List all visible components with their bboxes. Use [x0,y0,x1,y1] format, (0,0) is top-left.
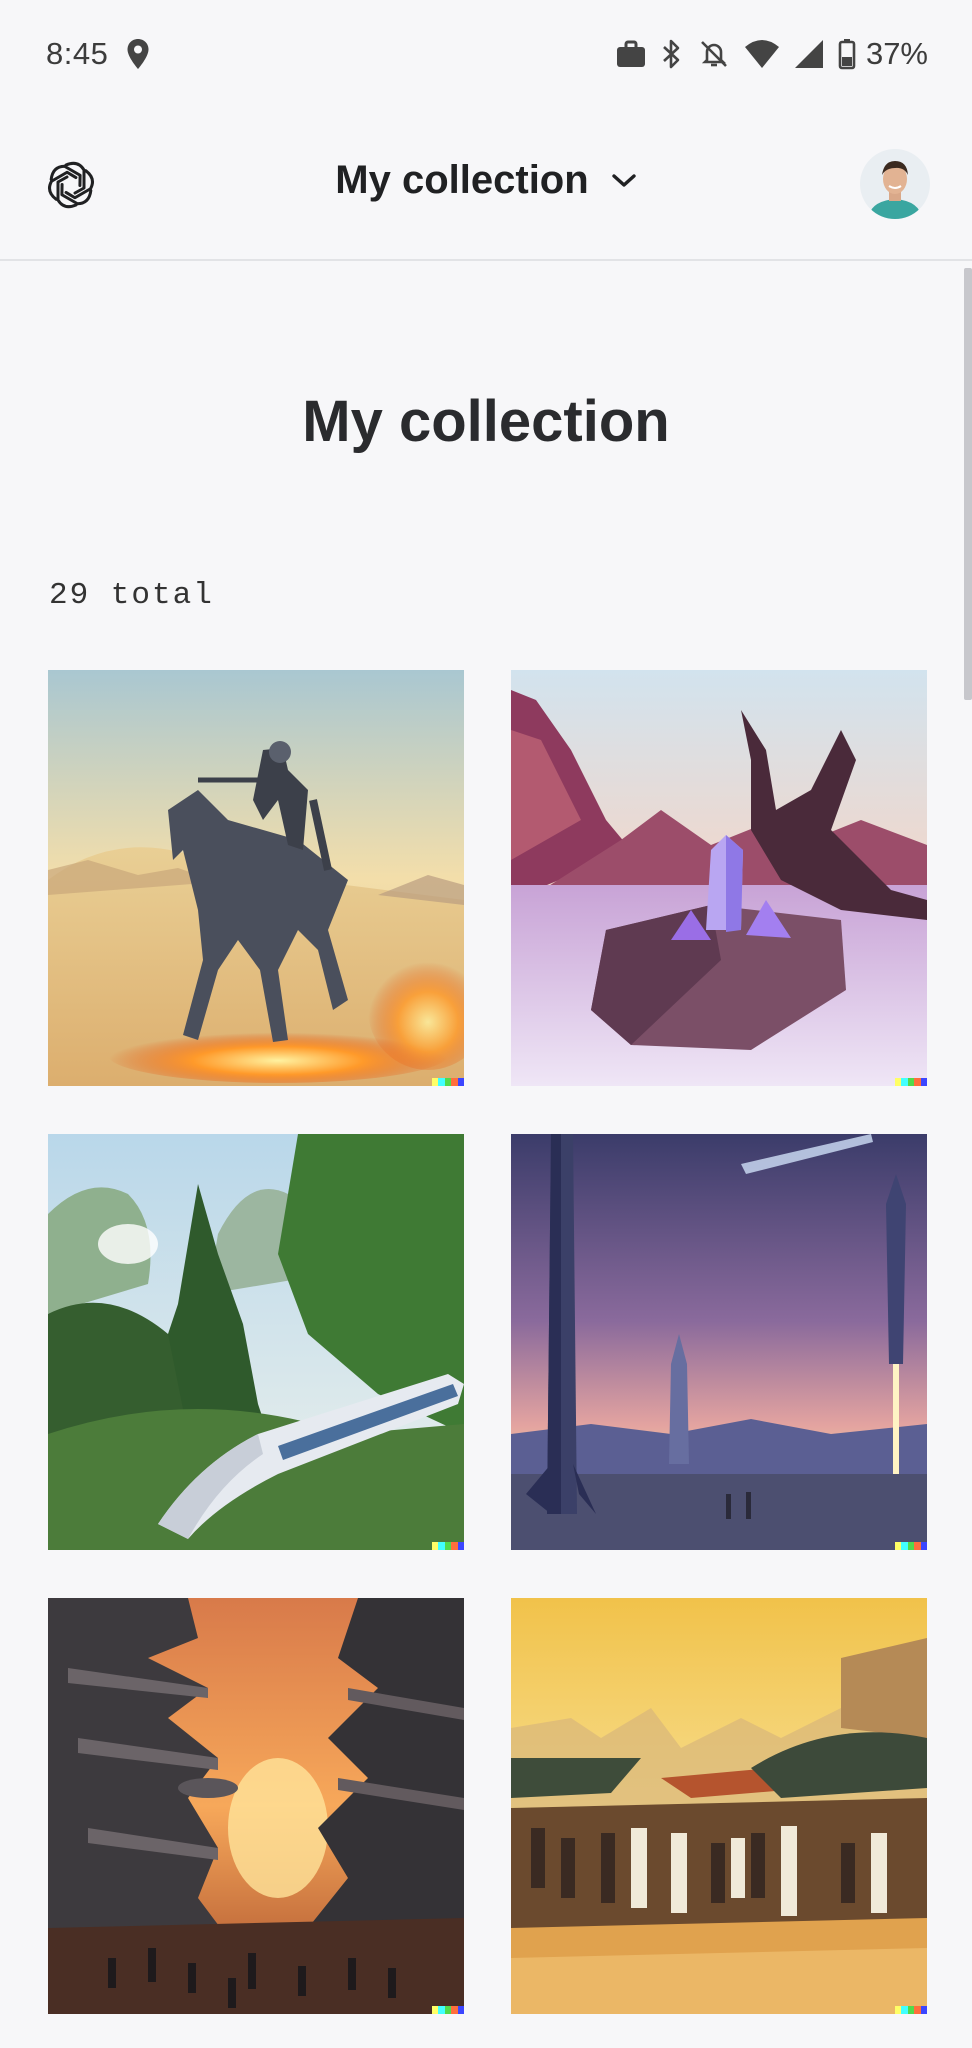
collection-image[interactable] [511,1598,927,2014]
collection-image[interactable] [48,670,464,1086]
status-icons: 37% [616,36,928,72]
app-bar: My collection [0,108,972,261]
header-title: My collection [335,158,589,202]
signature-mark [432,1078,464,1086]
notifications-off-icon [701,41,727,67]
status-bar: 8:45 37% [0,0,972,108]
user-avatar-image [860,149,930,219]
total-count: 29 total [49,578,214,613]
collection-image[interactable] [511,1134,927,1550]
signature-mark [895,1542,927,1550]
signature-mark [895,2006,927,2014]
bluetooth-icon [663,39,680,69]
image-grid [48,670,928,2014]
robot-horseman-desert-image [48,670,464,1086]
avatar[interactable] [860,149,930,219]
cell-signal-icon [794,40,823,68]
rocket-launch-sunset-image [511,1134,927,1550]
signature-mark [895,1078,927,1086]
bullet-train-forest-image [48,1134,464,1550]
crystal-desert-image [511,670,927,1086]
chevron-down-icon [611,173,636,187]
collection-image[interactable] [511,670,927,1086]
scrollbar[interactable] [964,268,972,700]
collection-image[interactable] [48,1598,464,2014]
wifi-icon [744,40,779,68]
collection-image[interactable] [48,1134,464,1550]
signature-mark [432,1542,464,1550]
battery-icon [838,39,856,70]
briefcase-icon [616,40,645,67]
location-icon [127,39,149,69]
futuristic-city-image [48,1598,464,2014]
sunset-market-image [511,1598,927,2014]
status-time: 8:45 [46,36,109,71]
collection-dropdown[interactable]: My collection [0,158,972,203]
signature-mark [432,2006,464,2014]
battery-percent: 37% [865,36,928,71]
page-title: My collection [302,389,670,454]
